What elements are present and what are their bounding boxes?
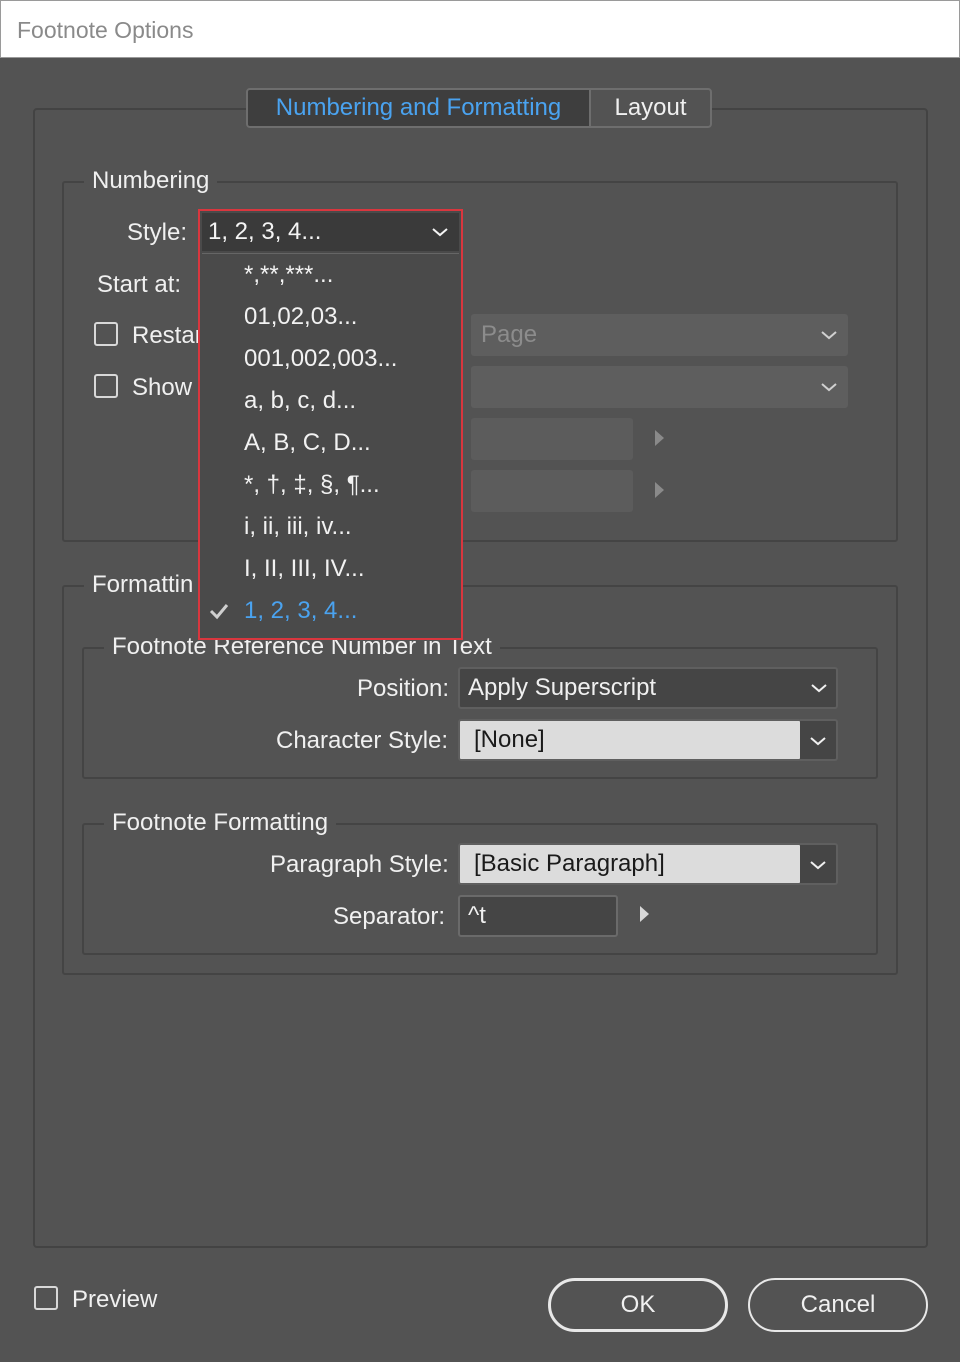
tab-bar: Numbering and Formatting Layout bbox=[246, 88, 712, 128]
restart-label: Restar bbox=[132, 322, 203, 349]
style-option-lowercase-letters[interactable]: a, b, c, d... bbox=[202, 380, 459, 422]
style-option-uppercase-roman[interactable]: I, II, III, IV... bbox=[202, 548, 459, 590]
numbering-group-title: Numbering bbox=[84, 167, 218, 195]
ok-button[interactable]: OK bbox=[548, 1278, 728, 1332]
style-option-two-digit[interactable]: 01,02,03... bbox=[202, 296, 459, 338]
tab-layout[interactable]: Layout bbox=[591, 90, 710, 126]
style-option-list: *,**,***... 01,02,03... 001,002,003... a… bbox=[202, 253, 459, 636]
start-at-label: Start at: bbox=[97, 271, 182, 298]
style-option-asterisks[interactable]: *,**,***... bbox=[202, 254, 459, 296]
style-option-label: A, B, C, D... bbox=[244, 429, 371, 456]
paragraph-style-dropdown-button[interactable] bbox=[800, 843, 838, 885]
show-label: Show bbox=[132, 374, 193, 401]
restart-every-value: Page bbox=[481, 321, 538, 348]
triangle-right-icon[interactable] bbox=[655, 482, 664, 498]
style-option-lowercase-roman[interactable]: i, ii, iii, iv... bbox=[202, 506, 459, 548]
footnote-formatting-group-title: Footnote Formatting bbox=[104, 809, 337, 837]
window-title: Footnote Options bbox=[17, 17, 194, 43]
separator-input[interactable]: ^t bbox=[458, 895, 618, 937]
show-checkbox[interactable] bbox=[94, 374, 118, 398]
style-option-uppercase-letters[interactable]: A, B, C, D... bbox=[202, 422, 459, 464]
chevron-down-icon bbox=[821, 383, 837, 392]
style-option-label: *,**,***... bbox=[244, 261, 334, 288]
character-style-dropdown-button[interactable] bbox=[800, 719, 838, 761]
position-label: Position: bbox=[357, 675, 450, 702]
style-option-label: i, ii, iii, iv... bbox=[244, 513, 352, 540]
style-option-label: 001,002,003... bbox=[244, 345, 398, 372]
separator-value: ^t bbox=[468, 902, 486, 929]
tab-numbering-and-formatting[interactable]: Numbering and Formatting bbox=[248, 90, 591, 126]
style-option-label: 01,02,03... bbox=[244, 303, 358, 330]
paragraph-style-field[interactable]: [Basic Paragraph] bbox=[458, 843, 802, 885]
style-option-symbols[interactable]: *, †, ‡, §, ¶... bbox=[202, 464, 459, 506]
character-style-label: Character Style: bbox=[276, 727, 449, 754]
chevron-down-icon bbox=[432, 228, 448, 237]
style-option-label: a, b, c, d... bbox=[244, 387, 357, 414]
style-dropdown[interactable]: 1, 2, 3, 4... bbox=[202, 213, 459, 251]
style-value: 1, 2, 3, 4... bbox=[208, 218, 322, 245]
triangle-right-icon[interactable] bbox=[640, 906, 649, 922]
paragraph-style-label: Paragraph Style: bbox=[270, 851, 449, 878]
triangle-right-icon[interactable] bbox=[655, 430, 664, 446]
style-option-three-digit[interactable]: 001,002,003... bbox=[202, 338, 459, 380]
position-dropdown[interactable]: Apply Superscript bbox=[458, 667, 838, 709]
restart-checkbox[interactable] bbox=[94, 322, 118, 346]
chevron-down-icon bbox=[810, 737, 826, 746]
formatting-group-title: Formattin bbox=[84, 571, 202, 599]
separator-label: Separator: bbox=[333, 903, 446, 930]
style-label: Style: bbox=[127, 219, 188, 246]
show-position-dropdown[interactable] bbox=[471, 366, 848, 408]
preview-checkbox[interactable] bbox=[34, 1286, 58, 1310]
title-bar: Footnote Options bbox=[0, 0, 960, 58]
style-dropdown-popup[interactable]: 1, 2, 3, 4... *,**,***... 01,02,03... 00… bbox=[198, 209, 463, 640]
prefix-input[interactable] bbox=[471, 418, 633, 460]
character-style-value: [None] bbox=[474, 726, 545, 753]
suffix-input[interactable] bbox=[471, 470, 633, 512]
style-option-label: I, II, III, IV... bbox=[244, 555, 365, 582]
style-option-label: *, †, ‡, §, ¶... bbox=[244, 471, 380, 498]
position-value: Apply Superscript bbox=[468, 674, 657, 701]
chevron-down-icon bbox=[821, 331, 837, 340]
character-style-field[interactable]: [None] bbox=[458, 719, 802, 761]
chevron-down-icon bbox=[811, 684, 827, 693]
checkmark-icon bbox=[209, 604, 229, 620]
style-option-arabic[interactable]: 1, 2, 3, 4... bbox=[202, 590, 459, 632]
cancel-button[interactable]: Cancel bbox=[748, 1278, 928, 1332]
style-option-label: 1, 2, 3, 4... bbox=[244, 597, 358, 624]
paragraph-style-value: [Basic Paragraph] bbox=[474, 850, 665, 877]
preview-label: Preview bbox=[72, 1286, 158, 1313]
restart-every-dropdown[interactable]: Page bbox=[471, 314, 848, 356]
chevron-down-icon bbox=[810, 861, 826, 870]
